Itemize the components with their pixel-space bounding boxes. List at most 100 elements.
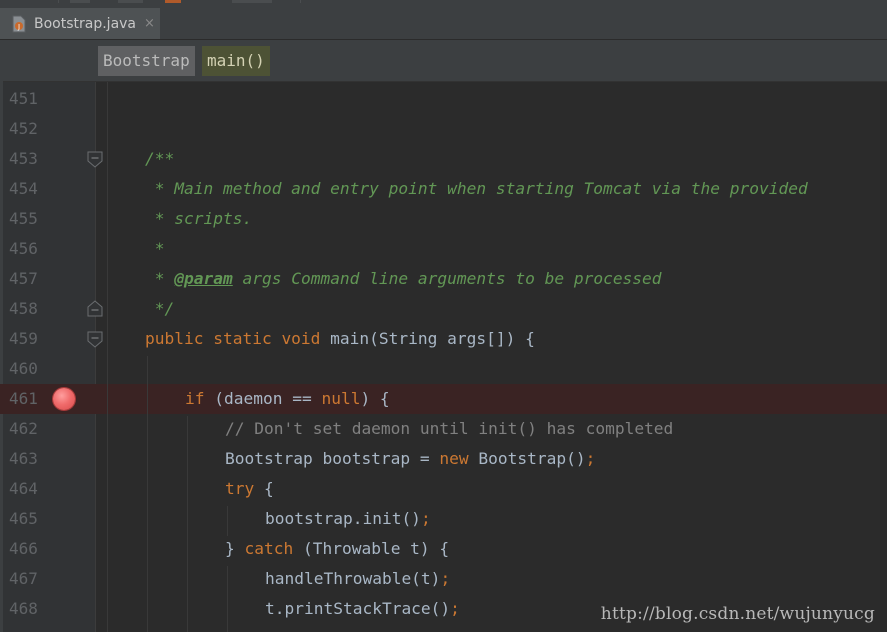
watermark: http://blog.csdn.net/wujunyucg [600, 604, 875, 624]
code-line[interactable]: 467 handleThrowable(t); [0, 564, 887, 594]
fold-collapse-icon[interactable] [87, 331, 103, 349]
indent-guide [187, 416, 188, 632]
if-statement: if (daemon == null) { [185, 384, 390, 414]
semicolon: ; [450, 599, 460, 618]
code-line[interactable]: 452 [0, 114, 887, 144]
hidden-tab-icon[interactable] [165, 0, 181, 3]
code-line[interactable]: 464 try { [0, 474, 887, 504]
keyword: if [185, 389, 205, 408]
keyword: catch [244, 539, 294, 558]
tab-divider [58, 0, 59, 3]
code-text: t.printStackTrace() [265, 599, 451, 618]
code-text: Bootstrap bootstrap = [225, 449, 440, 468]
statement: Bootstrap bootstrap = new Bootstrap(); [225, 444, 595, 474]
javadoc-text: * [145, 269, 175, 288]
line-number: 451 [9, 89, 38, 108]
code-line[interactable]: 451 [0, 84, 887, 114]
code-line[interactable]: 453 /** [0, 144, 887, 174]
tab-strip-overflow [0, 0, 887, 8]
code-text: handleThrowable(t) [265, 569, 441, 588]
statement: bootstrap.init(); [265, 504, 431, 534]
code-line-breakpoint[interactable]: 461 if (daemon == null) { [0, 384, 887, 414]
javadoc-text: * scripts. [145, 209, 253, 228]
svg-text:J: J [17, 23, 20, 31]
code-line[interactable]: 460 [0, 354, 887, 384]
line-comment: // Don't set daemon until init() has com… [225, 419, 674, 438]
line-number: 456 [9, 239, 38, 258]
line-number: 457 [9, 269, 38, 288]
line-number: 468 [9, 599, 38, 618]
code-line[interactable]: 463 Bootstrap bootstrap = new Bootstrap(… [0, 444, 887, 474]
indent-guide [147, 356, 148, 632]
breadcrumb-class[interactable]: Bootstrap [98, 46, 195, 76]
code-line[interactable]: 457 * @param args Command line arguments… [0, 264, 887, 294]
javadoc-param-tag: @param [174, 269, 233, 288]
try-statement: try { [225, 474, 274, 504]
code-text: } [225, 539, 245, 558]
code-text: { [254, 479, 274, 498]
code-text: bootstrap.init() [265, 509, 421, 528]
line-number: 454 [9, 179, 38, 198]
line-number: 465 [9, 509, 38, 528]
javadoc-text: args Command line arguments to be proces… [232, 269, 662, 288]
javadoc-text: * Main method and entry point when start… [145, 179, 808, 198]
line-number: 452 [9, 119, 38, 138]
editor-tab-bar: J Bootstrap.java × [0, 8, 887, 40]
line-number: 458 [9, 299, 38, 318]
line-number: 453 [9, 149, 38, 168]
breadcrumb: Bootstrap main() [0, 40, 887, 82]
catch-statement: } catch (Throwable t) { [225, 534, 449, 564]
line-number: 455 [9, 209, 38, 228]
code-line[interactable]: 466 } catch (Throwable t) { [0, 534, 887, 564]
line-number: 464 [9, 479, 38, 498]
hidden-tab[interactable] [232, 0, 272, 3]
code-line[interactable]: 462 // Don't set daemon until init() has… [0, 414, 887, 444]
java-file-icon: J [12, 15, 26, 33]
fold-collapse-icon[interactable] [87, 151, 103, 169]
indent-guide [227, 506, 228, 536]
keyword: new [439, 449, 469, 468]
code-text: Bootstrap() [468, 449, 586, 468]
line-number: 467 [9, 569, 38, 588]
close-tab-icon[interactable]: × [144, 16, 155, 31]
hidden-tab[interactable] [70, 0, 90, 3]
code-text: ) { [360, 389, 390, 408]
semicolon: ; [420, 509, 431, 528]
code-text: (daemon == [204, 389, 322, 408]
code-text: main(String args[]) { [320, 329, 535, 348]
line-number: 461 [9, 389, 38, 408]
hidden-tab[interactable] [118, 0, 143, 3]
javadoc-text: * [145, 239, 165, 258]
statement: handleThrowable(t); [265, 564, 450, 594]
breadcrumb-method[interactable]: main() [202, 46, 270, 76]
code-line[interactable]: 455 * scripts. [0, 204, 887, 234]
line-number: 459 [9, 329, 38, 348]
code-line[interactable]: 456 * [0, 234, 887, 264]
code-line[interactable]: 459 public static void main(String args[… [0, 324, 887, 354]
tab-title: Bootstrap.java [34, 15, 137, 32]
keyword: null [321, 389, 361, 408]
tab-divider [300, 0, 301, 3]
indent-guide [227, 566, 228, 632]
keyword: try [225, 479, 255, 498]
code-line[interactable]: 458 */ [0, 294, 887, 324]
line-number: 460 [9, 359, 38, 378]
indent-guide [107, 82, 108, 632]
code-line[interactable]: 454 * Main method and entry point when s… [0, 174, 887, 204]
javadoc-param-line: * @param args Command line arguments to … [145, 264, 662, 294]
method-signature: public static void main(String args[]) { [145, 324, 535, 354]
code-line[interactable]: 465 bootstrap.init(); [0, 504, 887, 534]
statement: t.printStackTrace(); [265, 594, 460, 624]
javadoc-text: */ [145, 299, 175, 318]
semicolon: ; [440, 569, 451, 588]
line-number: 462 [9, 419, 38, 438]
javadoc-text: /** [145, 149, 175, 168]
fold-end-icon[interactable] [87, 299, 103, 317]
tab-bootstrap-java[interactable]: J Bootstrap.java × [0, 8, 160, 39]
keyword: public static void [145, 329, 321, 348]
line-number: 466 [9, 539, 38, 558]
code-text: (Throwable t) { [293, 539, 450, 558]
line-number: 463 [9, 449, 38, 468]
breakpoint-icon[interactable] [53, 388, 75, 410]
semicolon: ; [585, 449, 596, 468]
